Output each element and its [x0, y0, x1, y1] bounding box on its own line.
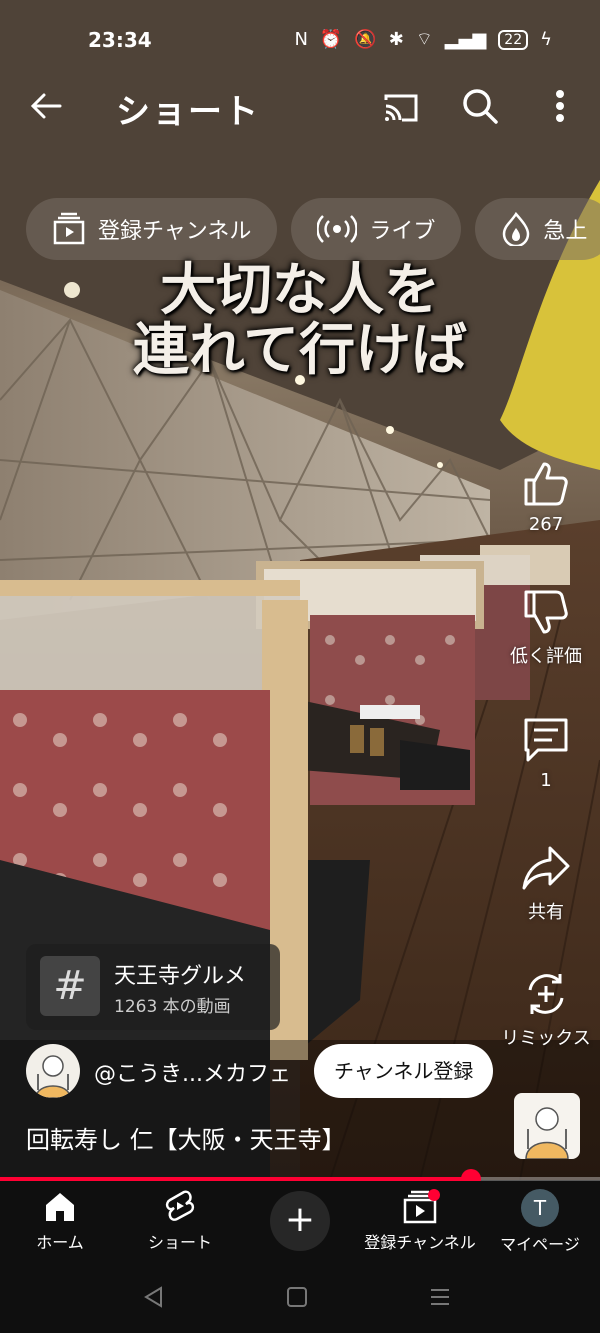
bluetooth-icon: ✱: [388, 29, 404, 50]
hashtag-card[interactable]: # 天王寺グルメ 1263 本の動画: [26, 944, 280, 1030]
remix-icon: [528, 974, 564, 1014]
search-icon[interactable]: [460, 86, 500, 126]
status-icons: N ⏰ 🔕 ✱ ⌔ ▂▄▆ 22 ϟ: [294, 28, 552, 51]
chip-subscriptions[interactable]: 登録チャンネル: [26, 198, 278, 260]
signal-icon: ▂▄▆: [444, 29, 487, 50]
nfc-icon: N: [294, 29, 308, 50]
comment-button[interactable]: 1: [496, 716, 596, 791]
remix-label: リミックス: [501, 1028, 591, 1049]
plus-icon: +: [284, 1199, 316, 1240]
thumb-down-icon: [524, 590, 568, 634]
channel-handle[interactable]: @こうき...メカフェ: [94, 1056, 291, 1088]
sound-thumbnail[interactable]: [514, 1093, 580, 1159]
subscribe-button[interactable]: チャンネル登録: [314, 1044, 494, 1098]
hashtag-name: 天王寺グルメ: [114, 964, 247, 989]
avatar-illustration-icon: [525, 1107, 569, 1159]
nav-shorts[interactable]: ショート: [120, 1189, 240, 1253]
status-time: 23:34: [88, 28, 152, 52]
comment-count: 1: [540, 770, 552, 791]
dislike-label: 低く評価: [510, 646, 582, 667]
alarm-icon: ⏰: [319, 29, 343, 50]
recents-menu-icon[interactable]: [428, 1285, 452, 1309]
comment-icon: [524, 718, 568, 762]
more-vert-icon[interactable]: [548, 86, 572, 126]
charging-icon: ϟ: [540, 29, 552, 50]
nav-subscriptions[interactable]: 登録チャンネル: [360, 1189, 480, 1253]
like-count: 267: [528, 514, 564, 535]
chip-trending[interactable]: 急上: [475, 198, 600, 260]
top-bar: ショート: [0, 78, 600, 138]
nav-label: マイページ: [500, 1235, 580, 1254]
trending-icon: [503, 212, 530, 246]
battery-icon: 22: [498, 29, 529, 50]
channel-row: @こうき...メカフェ チャンネル登録: [26, 1044, 506, 1098]
caption-line: 大切な人を: [160, 257, 440, 323]
cast-icon[interactable]: [380, 88, 420, 128]
chip-live[interactable]: ライブ: [291, 198, 462, 260]
remix-button[interactable]: リミックス: [496, 970, 596, 1050]
chip-label: 登録チャンネル: [98, 219, 252, 244]
nav-label: 登録チャンネル: [364, 1233, 476, 1252]
nav-home[interactable]: ホーム: [0, 1189, 120, 1253]
caption-line: 連れて行けば: [132, 317, 468, 383]
notification-dot: [428, 1189, 440, 1201]
chip-label: 急上: [543, 219, 588, 244]
home-icon: [46, 1193, 74, 1221]
mute-icon: 🔕: [354, 29, 377, 50]
nav-label: ショート: [147, 1233, 212, 1252]
back-arrow-icon[interactable]: [26, 86, 66, 126]
status-bar: 23:34 N ⏰ 🔕 ✱ ⌔ ▂▄▆ 22 ϟ: [0, 0, 600, 80]
chip-label: ライブ: [369, 219, 436, 244]
nav-you[interactable]: T マイページ: [480, 1189, 600, 1255]
live-icon: [317, 215, 358, 243]
hashtag-icon: #: [40, 956, 100, 1016]
bottom-nav: ホーム ショート + 登録チャンネル T マイページ: [0, 1181, 600, 1263]
nav-label: ホーム: [36, 1233, 84, 1252]
system-nav: [0, 1263, 600, 1333]
home-square-icon[interactable]: [286, 1285, 308, 1309]
like-button[interactable]: 267: [496, 460, 596, 535]
subscriptions-icon: [53, 212, 85, 245]
back-triangle-icon[interactable]: [142, 1285, 164, 1309]
page-title: ショート: [116, 92, 260, 132]
profile-avatar: T: [521, 1189, 559, 1227]
filter-chips: 登録チャンネル ライブ 急上: [26, 198, 600, 260]
video-title[interactable]: 回転寿し 仁【大阪・天王寺】: [26, 1120, 346, 1155]
share-button[interactable]: 共有: [496, 844, 596, 924]
channel-avatar[interactable]: [26, 1044, 80, 1098]
share-label: 共有: [528, 902, 564, 923]
shorts-icon: [165, 1190, 195, 1221]
create-button[interactable]: +: [270, 1191, 330, 1251]
share-icon: [522, 846, 570, 890]
thumb-up-icon: [524, 462, 568, 506]
video-caption: 大切な人を 連れて行けば: [0, 260, 600, 380]
hashtag-count: 1263 本の動画: [114, 997, 231, 1017]
avatar-illustration-icon: [35, 1055, 71, 1098]
wifi-icon: ⌔: [415, 29, 433, 50]
dislike-button[interactable]: 低く評価: [496, 588, 596, 668]
